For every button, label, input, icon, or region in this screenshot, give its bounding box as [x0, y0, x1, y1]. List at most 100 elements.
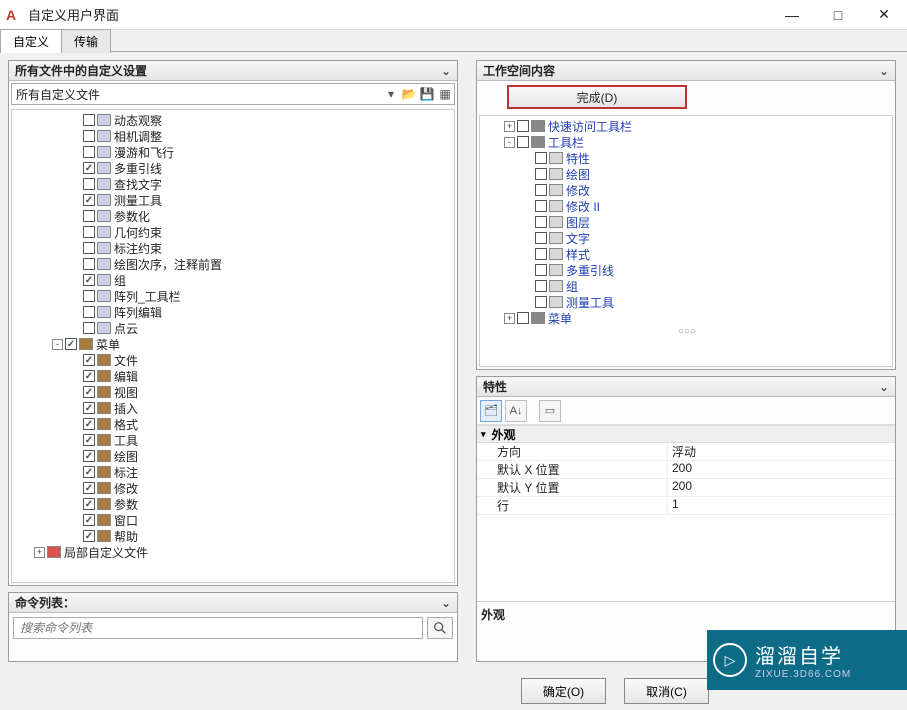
custom-tree-item[interactable]: -菜单	[12, 336, 454, 352]
checkbox[interactable]	[535, 264, 547, 276]
save-icon[interactable]: 💾	[418, 87, 436, 101]
checkbox[interactable]	[83, 178, 95, 190]
dropdown-icon[interactable]: ▾	[382, 87, 400, 101]
open-icon[interactable]: 📂	[400, 87, 418, 101]
custom-tree-item[interactable]: 视图	[12, 384, 454, 400]
custom-tree-item[interactable]: 多重引线	[12, 160, 454, 176]
expander-icon[interactable]: -	[504, 137, 515, 148]
checkbox[interactable]	[83, 242, 95, 254]
custom-tree-item[interactable]: 相机调整	[12, 128, 454, 144]
checkbox[interactable]	[535, 232, 547, 244]
resize-grip-icon[interactable]: ○○○	[482, 326, 892, 337]
expander-icon[interactable]: +	[504, 121, 515, 132]
custom-tree-item[interactable]: 参数化	[12, 208, 454, 224]
ws-tree-item[interactable]: 测量工具	[482, 294, 892, 310]
checkbox[interactable]	[83, 482, 95, 494]
ws-tree-item[interactable]: +快速访问工具栏	[482, 118, 892, 134]
property-row[interactable]: 行1	[477, 497, 895, 515]
expander-icon[interactable]: +	[504, 313, 515, 324]
ws-tree-item[interactable]: -工具栏	[482, 134, 892, 150]
custom-tree-item[interactable]: 组	[12, 272, 454, 288]
checkbox[interactable]	[83, 466, 95, 478]
custom-tree-item[interactable]: 漫游和飞行	[12, 144, 454, 160]
ws-tree-item[interactable]: 文字	[482, 230, 892, 246]
custom-tree-item[interactable]: 阵列编辑	[12, 304, 454, 320]
ws-tree-item[interactable]: +菜单	[482, 310, 892, 326]
checkbox[interactable]	[83, 514, 95, 526]
checkbox[interactable]	[83, 306, 95, 318]
checkbox[interactable]	[83, 418, 95, 430]
custom-tree-item[interactable]: 工具	[12, 432, 454, 448]
collapse-icon[interactable]: ⌄	[441, 596, 451, 610]
checkbox[interactable]	[517, 136, 529, 148]
expander-icon[interactable]: +	[34, 547, 45, 558]
custom-tree-item[interactable]: 标注	[12, 464, 454, 480]
checkbox[interactable]	[83, 530, 95, 542]
custom-tree-item[interactable]: 动态观察	[12, 112, 454, 128]
property-value[interactable]: 1	[667, 497, 895, 514]
minimize-button[interactable]: ―	[769, 0, 815, 30]
custom-tree-item[interactable]: 窗口	[12, 512, 454, 528]
checkbox[interactable]	[535, 200, 547, 212]
property-category[interactable]: ▾外观	[477, 425, 895, 443]
file-select-row[interactable]: 所有自定义文件 ▾ 📂 💾 ▦	[11, 83, 455, 105]
custom-tree-item[interactable]: 测量工具	[12, 192, 454, 208]
checkbox[interactable]	[83, 226, 95, 238]
custom-tree-item[interactable]: 编辑	[12, 368, 454, 384]
checkbox[interactable]	[535, 280, 547, 292]
ws-tree-item[interactable]: 组	[482, 278, 892, 294]
ok-button[interactable]: 确定(O)	[521, 678, 606, 704]
tab-transfer[interactable]: 传输	[61, 29, 111, 53]
custom-tree-item[interactable]: 几何约束	[12, 224, 454, 240]
property-grid[interactable]: ▾外观方向浮动默认 X 位置200默认 Y 位置200行1	[477, 425, 895, 601]
tab-customize[interactable]: 自定义	[0, 29, 62, 53]
prop-pages-button[interactable]: ▭	[539, 400, 561, 422]
custom-tree-item[interactable]: 查找文字	[12, 176, 454, 192]
custom-tree-item[interactable]: 修改	[12, 480, 454, 496]
property-row[interactable]: 方向浮动	[477, 443, 895, 461]
ws-tree-item[interactable]: 修改 II	[482, 198, 892, 214]
custom-tree-item[interactable]: 绘图次序，注释前置	[12, 256, 454, 272]
checkbox[interactable]	[535, 168, 547, 180]
checkbox[interactable]	[83, 370, 95, 382]
ws-tree-item[interactable]: 特性	[482, 150, 892, 166]
checkbox[interactable]	[83, 194, 95, 206]
ws-tree-item[interactable]: 绘图	[482, 166, 892, 182]
checkbox[interactable]	[83, 290, 95, 302]
custom-tree-item[interactable]: 点云	[12, 320, 454, 336]
checkbox[interactable]	[535, 184, 547, 196]
checkbox[interactable]	[83, 258, 95, 270]
close-button[interactable]: ✕	[861, 0, 907, 30]
checkbox[interactable]	[83, 402, 95, 414]
custom-tree-item[interactable]: +局部自定义文件	[12, 544, 454, 560]
ws-tree-item[interactable]: 样式	[482, 246, 892, 262]
checkbox[interactable]	[535, 216, 547, 228]
search-button[interactable]	[427, 617, 453, 639]
checkbox[interactable]	[517, 120, 529, 132]
checkbox[interactable]	[83, 322, 95, 334]
command-search-input[interactable]	[13, 617, 423, 639]
checkbox[interactable]	[83, 434, 95, 446]
custom-tree-item[interactable]: 格式	[12, 416, 454, 432]
cancel-button[interactable]: 取消(C)	[624, 678, 709, 704]
left-tree[interactable]: 动态观察相机调整漫游和飞行多重引线查找文字测量工具参数化几何约束标注约束绘图次序…	[11, 109, 455, 583]
collapse-icon[interactable]: ⌄	[879, 380, 889, 394]
custom-tree-item[interactable]: 标注约束	[12, 240, 454, 256]
checkbox[interactable]	[83, 274, 95, 286]
property-row[interactable]: 默认 X 位置200	[477, 461, 895, 479]
custom-tree-item[interactable]: 插入	[12, 400, 454, 416]
checkbox[interactable]	[535, 296, 547, 308]
property-value[interactable]: 200	[667, 479, 895, 496]
categorized-button[interactable]: 🗂	[480, 400, 502, 422]
ws-tree-item[interactable]: 多重引线	[482, 262, 892, 278]
checkbox[interactable]	[83, 450, 95, 462]
collapse-icon[interactable]: ⌄	[879, 64, 889, 78]
collapse-icon[interactable]: ⌄	[441, 64, 451, 78]
property-value[interactable]: 浮动	[667, 443, 895, 460]
checkbox[interactable]	[517, 312, 529, 324]
checkbox[interactable]	[535, 248, 547, 260]
checkbox[interactable]	[535, 152, 547, 164]
custom-tree-item[interactable]: 绘图	[12, 448, 454, 464]
property-value[interactable]: 200	[667, 461, 895, 478]
maximize-button[interactable]: □	[815, 0, 861, 30]
